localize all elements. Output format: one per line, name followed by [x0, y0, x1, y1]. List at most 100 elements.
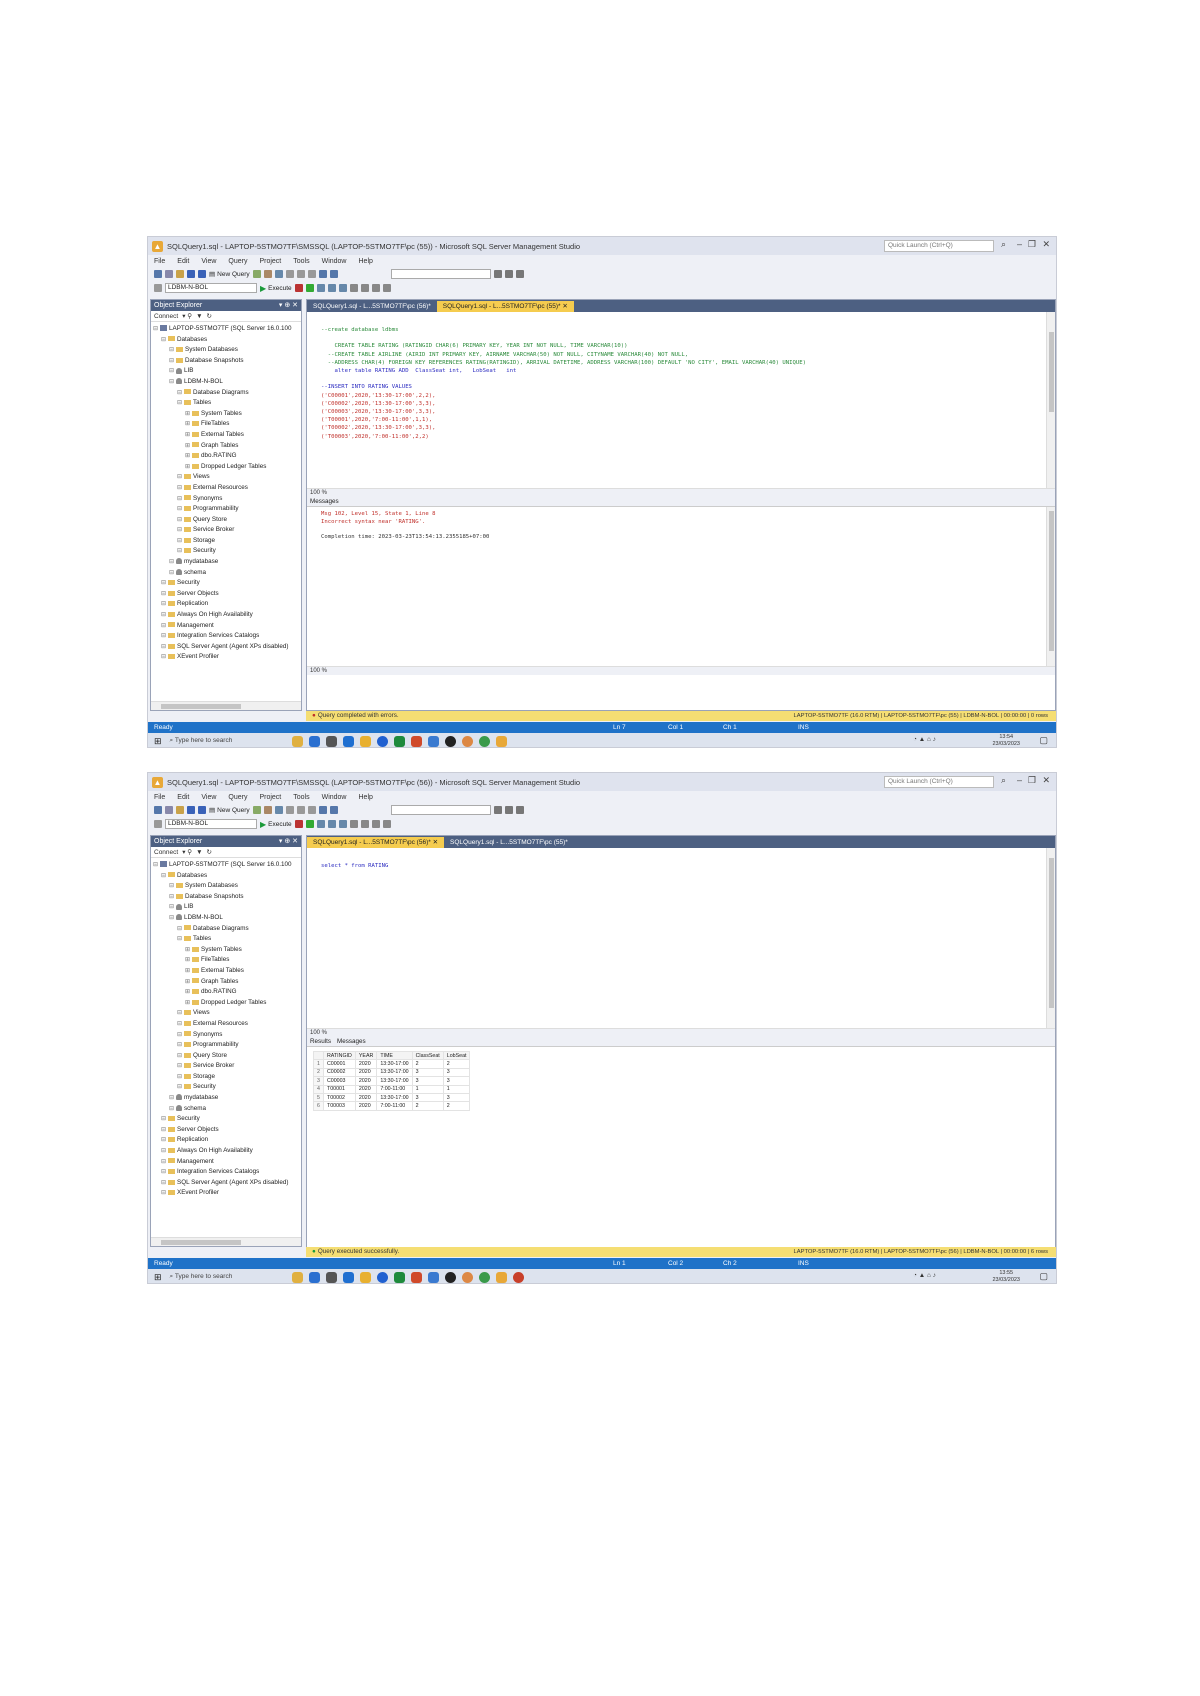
expand-icon[interactable]: ⊞ — [185, 966, 192, 977]
menu-tools[interactable]: Tools — [293, 794, 309, 801]
powerpoint-icon[interactable] — [410, 1271, 422, 1283]
expand-icon[interactable]: ⊟ — [177, 483, 184, 494]
taskbar-app-icon[interactable] — [308, 735, 320, 747]
table-cell[interactable]: 13:30-17:00 — [376, 1059, 413, 1069]
tree-node[interactable]: ⊟ Query Store — [153, 1051, 301, 1062]
database-combo[interactable]: LDBM-N-BOL — [165, 819, 257, 829]
menu-query[interactable]: Query — [228, 258, 247, 265]
connect-icon[interactable]: ▾ ⚲ — [182, 312, 192, 320]
refresh-icon[interactable]: ↻ — [207, 312, 212, 320]
system-tray[interactable]: ◔ ▲ ⌂ ♪ — [913, 1272, 936, 1279]
taskbar-search[interactable]: ⌕ Type here to search — [170, 737, 280, 745]
search-combo[interactable] — [390, 269, 491, 279]
expand-icon[interactable]: ⊟ — [169, 902, 176, 913]
tree-node[interactable]: ⊟ Server Objects — [153, 1125, 301, 1136]
excel-icon[interactable] — [393, 735, 405, 747]
tab-messages[interactable]: Messages — [310, 497, 339, 506]
table-cell[interactable]: 3 — [442, 1067, 471, 1078]
filter-icon[interactable]: ▼ — [196, 849, 202, 856]
maximize-icon[interactable]: ❐ — [1028, 239, 1036, 250]
expand-icon[interactable]: ⊟ — [161, 621, 168, 632]
table-row[interactable]: 1 C00001 2020 13:30-17:00 2 2 — [313, 1059, 471, 1069]
table-cell[interactable]: 13:30-17:00 — [376, 1067, 413, 1078]
tree-node[interactable]: ⊟ Integration Services Catalogs — [153, 1167, 301, 1178]
table-cell[interactable]: 2020 — [354, 1076, 378, 1086]
results-grid[interactable]: RATINGID YEAR TIME ClassSeat LobSeat 1 C00001 2… — [313, 1050, 471, 1111]
expand-icon[interactable]: ⊞ — [185, 945, 192, 956]
tree-node[interactable]: ⊟ LAPTOP-5STMO7TF (SQL Server 16.0.100 — [153, 324, 301, 335]
maximize-icon[interactable]: ❐ — [1028, 775, 1036, 786]
comment-icon[interactable] — [371, 284, 380, 292]
redo-icon[interactable] — [329, 806, 338, 814]
expand-icon[interactable]: ⊟ — [177, 398, 184, 409]
row-number[interactable]: 5 — [313, 1092, 324, 1103]
tree-node[interactable]: ⊟ LAPTOP-5STMO7TF (SQL Server 16.0.100 — [153, 860, 301, 871]
close-icon[interactable]: ✕ — [1042, 775, 1050, 786]
connect-icon[interactable] — [154, 284, 162, 292]
toolbar-icon[interactable] — [327, 284, 336, 292]
tree-node[interactable]: ⊟ XEvent Profiler — [153, 1188, 301, 1199]
expand-icon[interactable]: ⊞ — [185, 977, 192, 988]
table-row[interactable]: 4 T00001 2020 7:00-11:00 1 1 — [313, 1084, 471, 1094]
table-cell[interactable]: 3 — [442, 1076, 471, 1086]
expand-icon[interactable]: ⊟ — [177, 1030, 184, 1041]
expand-icon[interactable]: ⊞ — [185, 998, 192, 1009]
menu-view[interactable]: View — [201, 258, 216, 265]
tree-node[interactable]: ⊞ System Tables — [153, 409, 301, 420]
copy-icon[interactable] — [296, 270, 305, 278]
tree-node[interactable]: ⊟ Integration Services Catalogs — [153, 631, 301, 642]
expand-icon[interactable]: ⊟ — [177, 924, 184, 935]
tree-node[interactable]: ⊟ Tables — [153, 934, 301, 945]
expand-icon[interactable]: ⊟ — [177, 546, 184, 557]
table-cell[interactable]: 1 — [442, 1084, 471, 1094]
edge-icon[interactable] — [376, 1271, 388, 1283]
connect-icon[interactable] — [154, 820, 162, 828]
menu-window[interactable]: Window — [322, 794, 347, 801]
column-header[interactable]: YEAR — [354, 1050, 378, 1061]
expand-icon[interactable]: ⊞ — [185, 441, 192, 452]
tree-node[interactable]: ⊟ Management — [153, 621, 301, 632]
powerpoint-icon[interactable] — [410, 735, 422, 747]
expand-icon[interactable]: ⊟ — [169, 345, 176, 356]
expand-icon[interactable]: ⊟ — [177, 1072, 184, 1083]
taskbar-app-icon[interactable] — [427, 1271, 439, 1283]
expand-icon[interactable]: ⊟ — [169, 1093, 176, 1104]
search-icon[interactable]: ⌕ — [1001, 775, 1006, 786]
toolbar-icon[interactable] — [349, 284, 358, 292]
toolbar-icon[interactable] — [263, 270, 272, 278]
open-file-icon[interactable] — [176, 270, 184, 278]
back-icon[interactable] — [154, 270, 162, 278]
tree-node[interactable]: ⊟ Synonyms — [153, 1030, 301, 1041]
expand-icon[interactable]: ⊟ — [161, 642, 168, 653]
edge-icon[interactable] — [376, 735, 388, 747]
tree-node[interactable]: ⊟ Synonyms — [153, 494, 301, 505]
tree-node[interactable]: ⊟ Database Diagrams — [153, 924, 301, 935]
toolbar-icon[interactable] — [515, 270, 524, 278]
plan-icon[interactable] — [316, 284, 325, 292]
tree-node[interactable]: ⊟ schema — [153, 1104, 301, 1115]
table-cell[interactable]: 13:30-17:00 — [376, 1076, 413, 1086]
toolbar-icon[interactable] — [263, 806, 272, 814]
tree-node[interactable]: ⊟ Replication — [153, 1135, 301, 1146]
tree-node[interactable]: ⊟ Storage — [153, 536, 301, 547]
menu-view[interactable]: View — [201, 794, 216, 801]
menu-query[interactable]: Query — [228, 794, 247, 801]
table-cell[interactable]: 3 — [411, 1076, 444, 1086]
table-cell[interactable]: 2020 — [354, 1101, 378, 1111]
menu-file[interactable]: File — [154, 258, 165, 265]
table-cell[interactable]: T00003 — [322, 1101, 356, 1111]
table-cell[interactable]: 2020 — [354, 1067, 378, 1078]
save-icon[interactable] — [187, 806, 195, 814]
tree-node[interactable]: ⊟ LIB — [153, 902, 301, 913]
row-number[interactable]: 1 — [313, 1059, 324, 1069]
expand-icon[interactable]: ⊞ — [185, 419, 192, 430]
parse-icon[interactable] — [305, 284, 314, 292]
table-cell[interactable]: 2020 — [354, 1059, 378, 1069]
quick-launch-input[interactable]: Quick Launch (Ctrl+Q) — [884, 776, 994, 788]
quick-launch-input[interactable]: Quick Launch (Ctrl+Q) — [884, 240, 994, 252]
uncomment-icon[interactable] — [382, 284, 391, 292]
task-view-icon[interactable] — [325, 1271, 337, 1283]
expand-icon[interactable]: ⊟ — [177, 1051, 184, 1062]
save-all-icon[interactable] — [198, 270, 206, 278]
table-cell[interactable]: 2020 — [354, 1092, 378, 1103]
